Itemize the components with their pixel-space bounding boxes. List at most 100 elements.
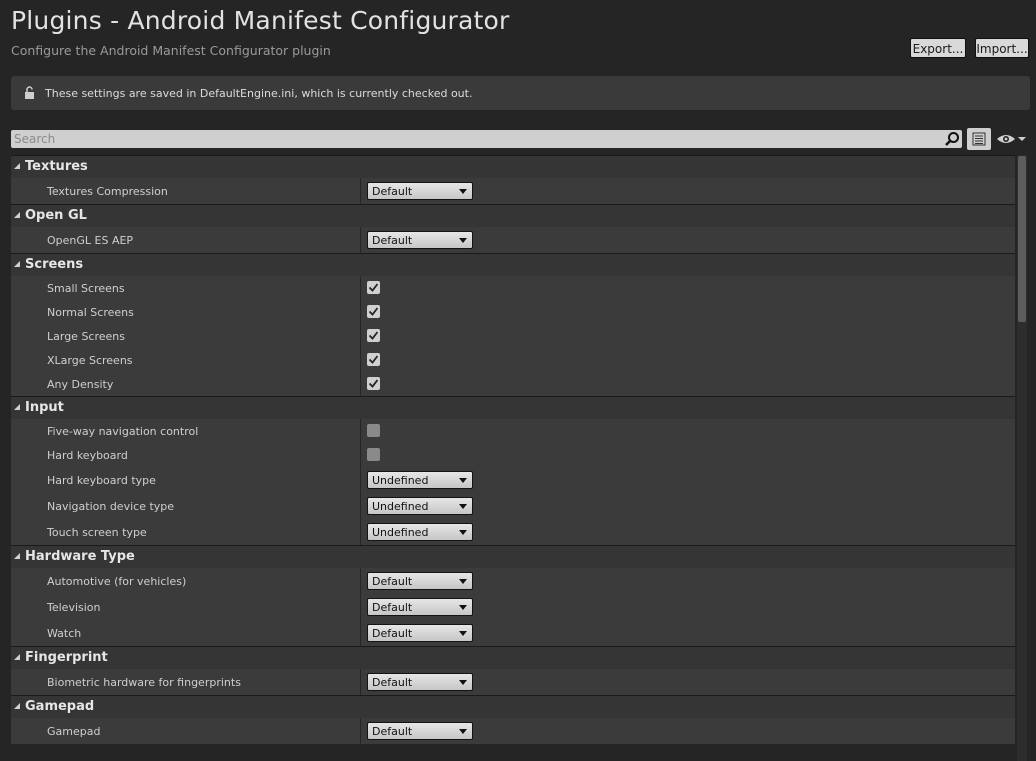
column-divider[interactable] [360, 300, 361, 324]
collapse-triangle-icon[interactable] [14, 261, 20, 267]
category-header[interactable]: Screens [11, 253, 1015, 276]
property-checkbox[interactable] [367, 305, 380, 318]
property-row: Small Screens [11, 276, 1015, 300]
dropdown-value: Default [372, 725, 413, 738]
column-divider[interactable] [360, 568, 361, 594]
dropdown-value: Default [372, 601, 413, 614]
dropdown-arrow-icon [459, 504, 467, 509]
property-dropdown[interactable]: Undefined [367, 471, 473, 489]
column-divider[interactable] [360, 419, 361, 443]
column-divider[interactable] [360, 669, 361, 695]
property-checkbox[interactable] [367, 377, 380, 390]
property-row: Touch screen type Undefined [11, 519, 1015, 545]
checkmark-icon [368, 283, 379, 292]
dropdown-value: Default [372, 234, 413, 247]
column-divider[interactable] [360, 276, 361, 300]
details-panel: Textures Textures Compression Default Open … [11, 155, 1015, 761]
property-dropdown[interactable]: Undefined [367, 497, 473, 515]
property-label: Gamepad [47, 725, 101, 738]
category-name: Hardware Type [25, 549, 135, 564]
category-header[interactable]: Hardware Type [11, 545, 1015, 568]
search-icon[interactable] [944, 131, 960, 147]
scrollbar-thumb[interactable] [1018, 156, 1026, 322]
property-label: Large Screens [47, 330, 125, 343]
property-dropdown[interactable]: Undefined [367, 523, 473, 541]
dropdown-value: Default [372, 575, 413, 588]
category-name: Textures [25, 159, 88, 174]
column-divider[interactable] [360, 620, 361, 646]
property-dropdown[interactable]: Default [367, 722, 473, 740]
property-dropdown[interactable]: Default [367, 572, 473, 590]
category-header[interactable]: Input [11, 396, 1015, 419]
column-divider[interactable] [360, 372, 361, 396]
dropdown-arrow-icon [459, 579, 467, 584]
property-row: Navigation device type Undefined [11, 493, 1015, 519]
collapse-triangle-icon[interactable] [14, 703, 20, 709]
property-label: Five-way navigation control [47, 425, 199, 438]
dropdown-value: Default [372, 676, 413, 689]
property-dropdown[interactable]: Default [367, 231, 473, 249]
property-row: Biometric hardware for fingerprints Defau… [11, 669, 1015, 695]
collapse-triangle-icon[interactable] [14, 654, 20, 660]
column-divider[interactable] [360, 443, 361, 467]
property-dropdown[interactable]: Default [367, 182, 473, 200]
search-input[interactable] [14, 131, 934, 147]
column-divider[interactable] [360, 467, 361, 493]
dropdown-value: Undefined [372, 474, 429, 487]
property-label: Touch screen type [47, 526, 147, 539]
property-label: Normal Screens [47, 306, 134, 319]
property-checkbox[interactable] [367, 281, 380, 294]
property-label: Textures Compression [47, 185, 168, 198]
column-divider[interactable] [360, 227, 361, 253]
property-label: OpenGL ES AEP [47, 234, 134, 247]
property-row: OpenGL ES AEP Default [11, 227, 1015, 253]
property-row: Normal Screens [11, 300, 1015, 324]
property-label: Small Screens [47, 282, 125, 295]
category-header[interactable]: Gamepad [11, 695, 1015, 718]
property-dropdown[interactable]: Default [367, 598, 473, 616]
property-row: Automotive (for vehicles) Default [11, 568, 1015, 594]
property-dropdown[interactable]: Default [367, 673, 473, 691]
column-divider[interactable] [360, 178, 361, 204]
property-row: XLarge Screens [11, 348, 1015, 372]
collapse-triangle-icon[interactable] [14, 212, 20, 218]
property-row: Hard keyboard [11, 443, 1015, 467]
unlock-icon [25, 86, 34, 99]
checkmark-icon [368, 307, 379, 316]
property-row: Large Screens [11, 324, 1015, 348]
category-name: Open GL [25, 208, 87, 223]
collapse-triangle-icon[interactable] [14, 553, 20, 559]
config-notice-bar: These settings are saved in DefaultEngin… [11, 76, 1030, 110]
view-options-button[interactable] [967, 128, 991, 150]
property-label: Watch [47, 627, 82, 640]
export-button[interactable]: Export... [910, 38, 966, 58]
property-dropdown[interactable]: Default [367, 624, 473, 642]
column-divider[interactable] [360, 324, 361, 348]
import-button[interactable]: Import... [975, 38, 1029, 58]
column-divider[interactable] [360, 493, 361, 519]
visibility-filter-button[interactable] [996, 131, 1028, 147]
property-checkbox[interactable] [367, 329, 380, 342]
column-divider[interactable] [360, 594, 361, 620]
collapse-triangle-icon[interactable] [14, 163, 20, 169]
dropdown-arrow-icon [459, 729, 467, 734]
collapse-triangle-icon[interactable] [14, 404, 20, 410]
property-checkbox[interactable] [367, 424, 380, 437]
category-name: Gamepad [25, 699, 95, 714]
category-header[interactable]: Fingerprint [11, 646, 1015, 669]
chevron-down-icon [1018, 137, 1026, 141]
property-label: Any Density [47, 378, 114, 391]
category-header[interactable]: Textures [11, 155, 1015, 178]
property-row: Gamepad Default [11, 718, 1015, 744]
property-label: Hard keyboard [47, 449, 128, 462]
eye-icon [997, 135, 1015, 143]
category-header[interactable]: Open GL [11, 204, 1015, 227]
property-label: Automotive (for vehicles) [47, 575, 187, 588]
column-divider[interactable] [360, 348, 361, 372]
search-box[interactable] [11, 130, 962, 148]
column-divider[interactable] [360, 519, 361, 545]
dropdown-arrow-icon [459, 680, 467, 685]
column-divider[interactable] [360, 718, 361, 744]
property-checkbox[interactable] [367, 448, 380, 461]
property-checkbox[interactable] [367, 353, 380, 366]
